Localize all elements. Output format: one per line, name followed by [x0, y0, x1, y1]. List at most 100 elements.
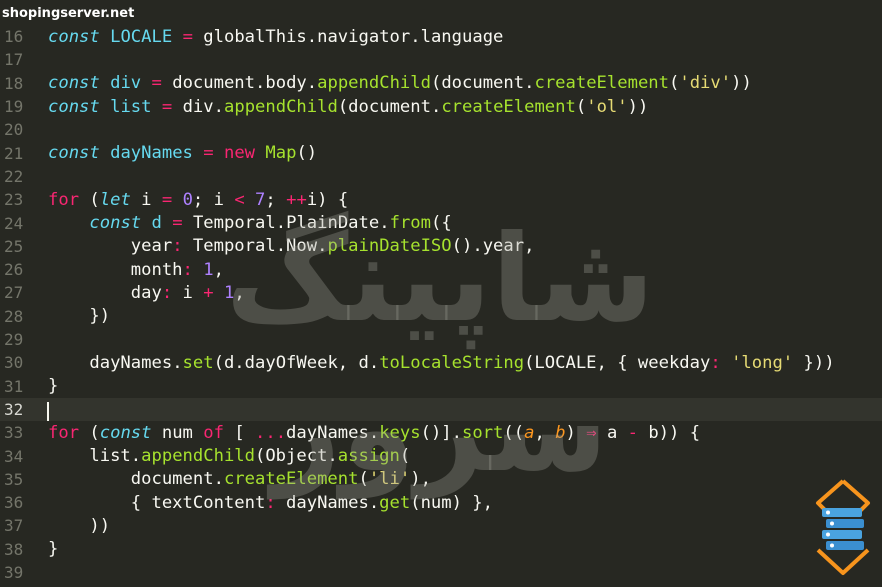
code-token: dayNames [275, 492, 369, 513]
code-line[interactable]: 23 for (let i = 0; i < 7; ++i) { [0, 188, 882, 211]
line-number: 22 [4, 166, 24, 186]
code-token: appendChild [141, 446, 255, 467]
code-token: const [99, 422, 152, 443]
code-token: }) [48, 306, 111, 327]
line-number: 23 [4, 190, 24, 210]
code-token: (document [430, 73, 525, 94]
code-token: () [451, 236, 473, 257]
code-token: [ [223, 422, 255, 443]
code-token: const [48, 143, 100, 164]
code-line[interactable]: 24 const d = Temporal.PlainDate.from({ [0, 211, 882, 234]
code-token: sort [462, 422, 504, 443]
line-number: 28 [4, 306, 24, 326]
code-text: list.appendChild(Object.assign( [48, 446, 410, 466]
code-token: ( [669, 73, 680, 94]
code-line[interactable]: 21 const dayNames = new Map() [0, 142, 882, 165]
line-number: 17 [4, 50, 24, 70]
code-text: }) [48, 306, 110, 326]
code-token: list [48, 446, 131, 467]
code-token: . [306, 73, 318, 94]
code-line[interactable]: 33 for (const num of [ ...dayNames.keys()… [0, 421, 882, 444]
code-editor[interactable]: 16 const LOCALE = globalThis.navigator.la… [0, 0, 882, 587]
code-line[interactable]: 39 [0, 561, 882, 584]
code-line[interactable]: 20 [0, 118, 882, 141]
code-token: (( [503, 422, 525, 443]
code-token: createElement [223, 469, 359, 490]
line-number: 39 [4, 563, 24, 583]
code-token: Map [265, 143, 297, 164]
code-token: . [130, 446, 142, 467]
code-token: : [710, 352, 721, 373]
code-token: = [161, 96, 173, 117]
code-token: (Object [254, 446, 328, 467]
code-line[interactable]: 28 }) [0, 305, 882, 328]
code-line[interactable]: 31} [0, 375, 882, 398]
code-token: language [420, 26, 504, 47]
code-token: get [379, 492, 411, 513]
code-token: createElement [441, 96, 576, 117]
code-token: plainDateISO [327, 236, 452, 257]
line-number: 26 [4, 260, 24, 280]
code-token: { textContent [48, 492, 266, 513]
code-line[interactable]: 35 document.createElement('li'), [0, 468, 882, 491]
code-token: set [182, 352, 214, 373]
code-line[interactable]: 22 [0, 165, 882, 188]
code-token: . [213, 469, 224, 490]
code-token: . [317, 236, 328, 257]
line-number: 16 [4, 27, 24, 47]
code-token: const [48, 96, 100, 117]
code-token: , [213, 259, 224, 280]
code-token: 'li' [368, 469, 411, 490]
code-text: const dayNames = new Map() [48, 143, 317, 163]
line-number: 30 [4, 353, 24, 373]
code-line[interactable]: 19 const list = div.appendChild(document.… [0, 95, 882, 118]
code-line[interactable]: 29 [0, 328, 882, 351]
code-line[interactable]: 26 month: 1, [0, 258, 882, 281]
code-token: (d [213, 352, 235, 373]
line-number: 25 [4, 236, 24, 256]
code-line[interactable]: 18 const div = document.body.appendChild(… [0, 72, 882, 95]
server-logo-icon [808, 478, 878, 578]
line-number: 36 [4, 493, 24, 513]
code-token: (num) }, [410, 492, 494, 513]
code-line[interactable]: 27 day: i + 1, [0, 281, 882, 304]
site-watermark: shopingserver.net [2, 6, 135, 21]
code-token: < [234, 189, 245, 210]
code-line[interactable]: 16 const LOCALE = globalThis.navigator.la… [0, 25, 882, 48]
code-token: year, [482, 236, 535, 257]
code-line[interactable]: 37 )) [0, 514, 882, 537]
code-line[interactable]: 30 dayNames.set(d.dayOfWeek, d.toLocaleS… [0, 351, 882, 374]
code-token: : [182, 259, 193, 280]
code-token: ( [79, 189, 100, 210]
code-line[interactable]: 38} [0, 538, 882, 561]
code-token: document [48, 469, 214, 490]
code-text: const list = div.appendChild(document.cr… [48, 97, 648, 117]
line-number: 21 [4, 143, 24, 163]
code-line[interactable]: 36 { textContent: dayNames.get(num) }, [0, 491, 882, 514]
code-token: . [172, 352, 183, 373]
code-token: toLocaleString [379, 352, 525, 373]
line-number: 18 [4, 73, 24, 93]
code-token: . [368, 492, 380, 513]
code-token: . [368, 422, 380, 443]
code-token: a [524, 422, 535, 443]
line-number: 20 [4, 120, 24, 140]
code-token: . [234, 352, 245, 373]
code-line[interactable]: 32 [0, 397, 882, 422]
code-token: 'ol' [586, 96, 628, 117]
code-text: const LOCALE = globalThis.navigator.lang… [48, 27, 503, 47]
line-number: 29 [4, 330, 24, 350]
code-token: . [472, 236, 483, 257]
code-token: body [265, 73, 307, 94]
code-token: (document [337, 96, 431, 117]
code-token: , [234, 282, 245, 303]
code-line[interactable]: 25 year: Temporal.Now.plainDateISO().yea… [0, 235, 882, 258]
code-line[interactable]: 34 list.appendChild(Object.assign( [0, 444, 882, 467]
code-line[interactable]: 17 [0, 48, 882, 71]
